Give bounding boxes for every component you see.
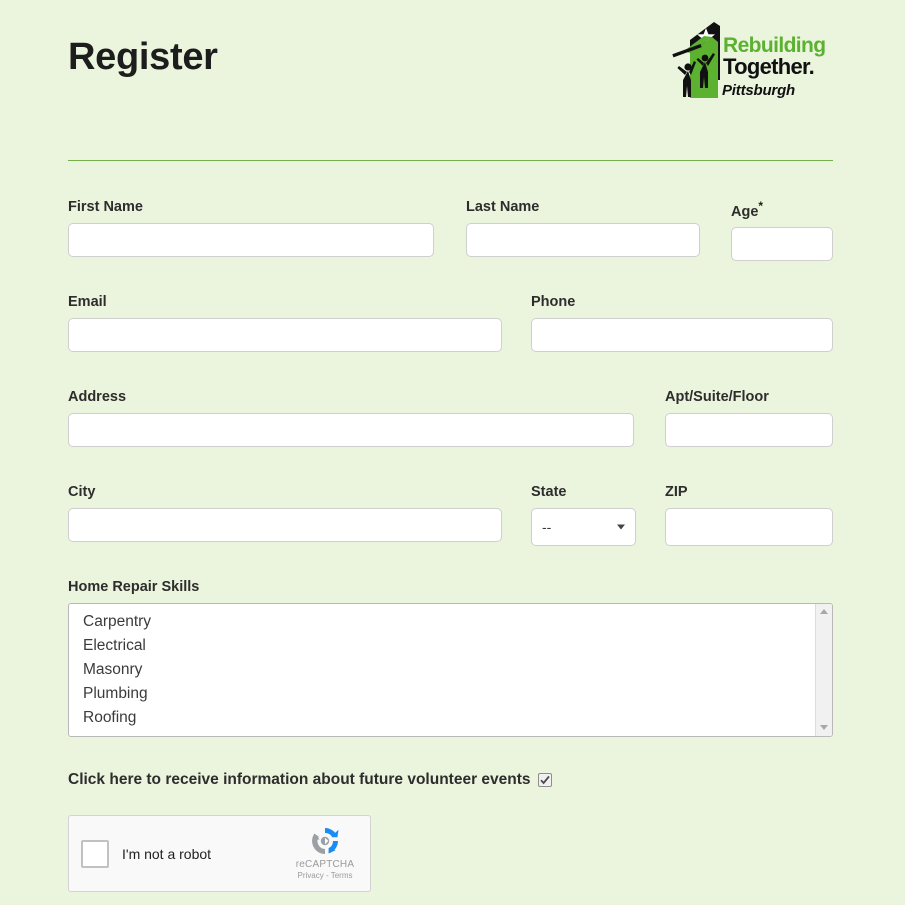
newsletter-optin[interactable]: Click here to receive information about … (68, 771, 552, 789)
recaptcha-checkbox[interactable] (81, 839, 109, 868)
skills-label: Home Repair Skills (68, 579, 200, 595)
field-address: Address (68, 390, 634, 447)
list-item[interactable]: Electrical (69, 634, 832, 658)
age-label: Age* (731, 200, 833, 219)
scroll-down-icon[interactable] (816, 719, 832, 736)
field-age: Age* (731, 200, 833, 262)
page-title: Register (68, 36, 218, 78)
register-page: Register Rebuilding Together. Pittsburgh… (0, 0, 905, 905)
skills-listbox[interactable]: Carpentry Electrical Masonry Plumbing Ro… (68, 602, 833, 737)
recaptcha-label: I'm not a robot (122, 845, 212, 862)
required-asterisk: * (758, 199, 764, 213)
last-name-label: Last Name (466, 199, 540, 215)
logo-line-together: Together. (723, 53, 815, 79)
field-city: City (68, 485, 502, 542)
address-label: Address (68, 389, 127, 405)
field-email: Email (68, 295, 502, 352)
skills-scrollbar[interactable] (815, 603, 832, 736)
recaptcha-brand-text: reCAPTCHA (295, 859, 355, 871)
newsletter-label: Click here to receive information about … (68, 771, 531, 788)
apt-label: Apt/Suite/Floor (665, 389, 769, 405)
zip-label: ZIP (665, 484, 688, 500)
city-input[interactable] (68, 507, 502, 542)
first-name-input[interactable] (68, 222, 434, 257)
skills-option-list: Carpentry Electrical Masonry Plumbing Ro… (69, 604, 832, 730)
age-label-text: Age (731, 203, 759, 220)
chevron-down-icon (617, 524, 625, 529)
field-zip: ZIP (665, 485, 833, 546)
age-input[interactable] (731, 227, 833, 262)
phone-input[interactable] (531, 317, 833, 352)
field-phone: Phone (531, 295, 833, 352)
field-apt: Apt/Suite/Floor (665, 390, 833, 447)
organization-logo: Rebuilding Together. Pittsburgh (668, 20, 838, 120)
apt-input[interactable] (665, 412, 833, 447)
recaptcha-widget[interactable]: I'm not a robot reCAPTCHA Privacy - Term… (68, 815, 371, 892)
recaptcha-branding: reCAPTCHA Privacy - Terms (286, 825, 364, 881)
first-name-label: First Name (68, 199, 143, 215)
city-label: City (68, 484, 96, 500)
email-input[interactable] (68, 317, 502, 352)
logo-line-pittsburgh: Pittsburgh (722, 82, 795, 99)
recaptcha-terms-link[interactable]: Privacy - Terms (286, 871, 364, 881)
zip-input[interactable] (665, 507, 833, 546)
page-header: Register Rebuilding Together. Pittsburgh (0, 0, 905, 150)
last-name-input[interactable] (466, 222, 700, 257)
field-last-name: Last Name (466, 200, 700, 257)
list-item[interactable]: Plumbing (69, 682, 832, 706)
state-select[interactable]: -- (531, 507, 636, 546)
phone-label: Phone (531, 294, 576, 310)
recaptcha-icon (312, 828, 339, 855)
address-input[interactable] (68, 412, 634, 447)
list-item[interactable]: Masonry (69, 658, 832, 682)
newsletter-checkbox[interactable] (537, 773, 552, 787)
scroll-up-icon[interactable] (816, 603, 832, 620)
field-state: State -- (531, 485, 636, 546)
list-item[interactable]: Carpentry (69, 610, 832, 634)
logo-wordmark: Rebuilding Together. (723, 34, 838, 79)
logo-line-rebuilding: Rebuilding (723, 34, 826, 57)
check-icon (539, 775, 550, 785)
state-label: State (531, 484, 567, 500)
field-first-name: First Name (68, 200, 434, 257)
list-item[interactable]: Roofing (69, 706, 832, 730)
header-divider (68, 160, 833, 161)
field-home-repair-skills: Home Repair Skills Carpentry Electrical … (68, 580, 833, 737)
email-label: Email (68, 294, 107, 310)
state-select-value: -- (542, 518, 552, 535)
